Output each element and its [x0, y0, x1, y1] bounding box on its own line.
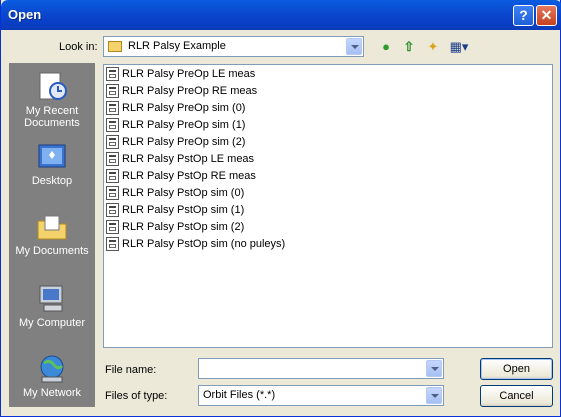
file-name: RLR Palsy PreOp RE meas — [122, 85, 258, 97]
look-in-label: Look in: — [59, 41, 98, 53]
file-name: RLR Palsy PreOp sim (0) — [122, 102, 246, 114]
file-item[interactable]: RLR Palsy PstOp sim (0) — [106, 186, 244, 203]
file-item[interactable]: RLR Palsy PreOp sim (1) — [106, 118, 245, 135]
desktop-icon — [36, 141, 68, 173]
place-label: My Network — [22, 387, 82, 399]
open-dialog: Open ? ✕ Look in: RLR Palsy Example ● ⇧ … — [0, 0, 561, 417]
view-menu-icon[interactable]: ▦▾ — [447, 38, 471, 56]
file-name: RLR Palsy PstOp RE meas — [122, 170, 256, 182]
files-of-type-value: Orbit Files (*.*) — [203, 389, 276, 401]
file-item[interactable]: RLR Palsy PstOp sim (1) — [106, 203, 244, 220]
look-in-value: RLR Palsy Example — [128, 40, 226, 52]
file-name: RLR Palsy PreOp sim (1) — [122, 119, 246, 131]
document-icon — [106, 118, 119, 132]
document-icon — [106, 237, 119, 251]
file-name-input[interactable] — [198, 358, 444, 379]
look-in-dropdown[interactable]: RLR Palsy Example — [103, 36, 364, 57]
title-bar[interactable]: Open ? ✕ — [1, 0, 561, 30]
file-item[interactable]: RLR Palsy PreOp LE meas — [106, 67, 255, 84]
document-icon — [106, 67, 119, 81]
window-title: Open — [8, 7, 42, 22]
files-of-type-dropdown[interactable]: Orbit Files (*.*) — [198, 385, 444, 406]
file-name: RLR Palsy PstOp LE meas — [122, 153, 255, 165]
file-name: RLR Palsy PstOp sim (1) — [122, 204, 245, 216]
chevron-down-icon[interactable] — [346, 38, 362, 55]
chevron-down-icon[interactable] — [426, 387, 442, 404]
file-item[interactable]: RLR Palsy PstOp RE meas — [106, 169, 256, 186]
document-icon — [106, 203, 119, 217]
document-icon — [106, 169, 119, 183]
document-icon — [106, 186, 119, 200]
places-bar: My Recent Documents Desktop My Documents… — [9, 63, 95, 407]
place-my-network[interactable]: My Network — [9, 353, 95, 399]
file-item[interactable]: RLR Palsy PstOp sim (2) — [106, 220, 244, 237]
folder-icon — [108, 41, 122, 52]
place-desktop[interactable]: Desktop — [9, 141, 95, 187]
file-item[interactable]: RLR Palsy PreOp RE meas — [106, 84, 257, 101]
place-label: My Computer — [18, 317, 86, 329]
close-button[interactable]: ✕ — [536, 5, 557, 26]
new-folder-icon[interactable]: ✦ — [424, 38, 442, 56]
file-item[interactable]: RLR Palsy PreOp sim (0) — [106, 101, 245, 118]
document-icon — [106, 135, 119, 149]
document-icon — [106, 152, 119, 166]
file-item[interactable]: RLR Palsy PstOp LE meas — [106, 152, 254, 169]
cancel-button[interactable]: Cancel — [480, 385, 553, 407]
file-name: RLR Palsy PstOp sim (0) — [122, 187, 245, 199]
file-name: RLR Palsy PstOp sim (no puleys) — [122, 238, 286, 250]
up-folder-icon[interactable]: ⇧ — [400, 38, 418, 56]
place-label: Desktop — [31, 175, 73, 187]
open-button[interactable]: Open — [480, 358, 553, 380]
file-name: RLR Palsy PreOp sim (2) — [122, 136, 246, 148]
recent-documents-icon — [36, 71, 68, 103]
file-item[interactable]: RLR Palsy PreOp sim (2) — [106, 135, 245, 152]
document-icon — [106, 101, 119, 115]
file-name: RLR Palsy PreOp LE meas — [122, 68, 256, 80]
document-icon — [106, 84, 119, 98]
place-label: My Documents — [15, 245, 89, 257]
back-icon[interactable]: ● — [377, 38, 395, 56]
place-label: My Recent Documents — [24, 105, 80, 129]
place-recent-documents[interactable]: My Recent Documents — [9, 71, 95, 129]
help-button[interactable]: ? — [513, 5, 534, 26]
file-item[interactable]: RLR Palsy PstOp sim (no puleys) — [106, 237, 285, 254]
place-my-documents[interactable]: My Documents — [9, 211, 95, 257]
my-computer-icon — [36, 283, 68, 315]
document-icon — [106, 220, 119, 234]
chevron-down-icon[interactable] — [426, 360, 442, 377]
file-name: RLR Palsy PstOp sim (2) — [122, 221, 245, 233]
my-network-icon — [36, 353, 68, 385]
file-name-label: File name: — [105, 364, 157, 376]
file-list[interactable]: RLR Palsy PreOp LE meas RLR Palsy PreOp … — [103, 64, 553, 348]
files-of-type-label: Files of type: — [105, 390, 168, 402]
place-my-computer[interactable]: My Computer — [9, 283, 95, 329]
my-documents-icon — [36, 211, 68, 243]
